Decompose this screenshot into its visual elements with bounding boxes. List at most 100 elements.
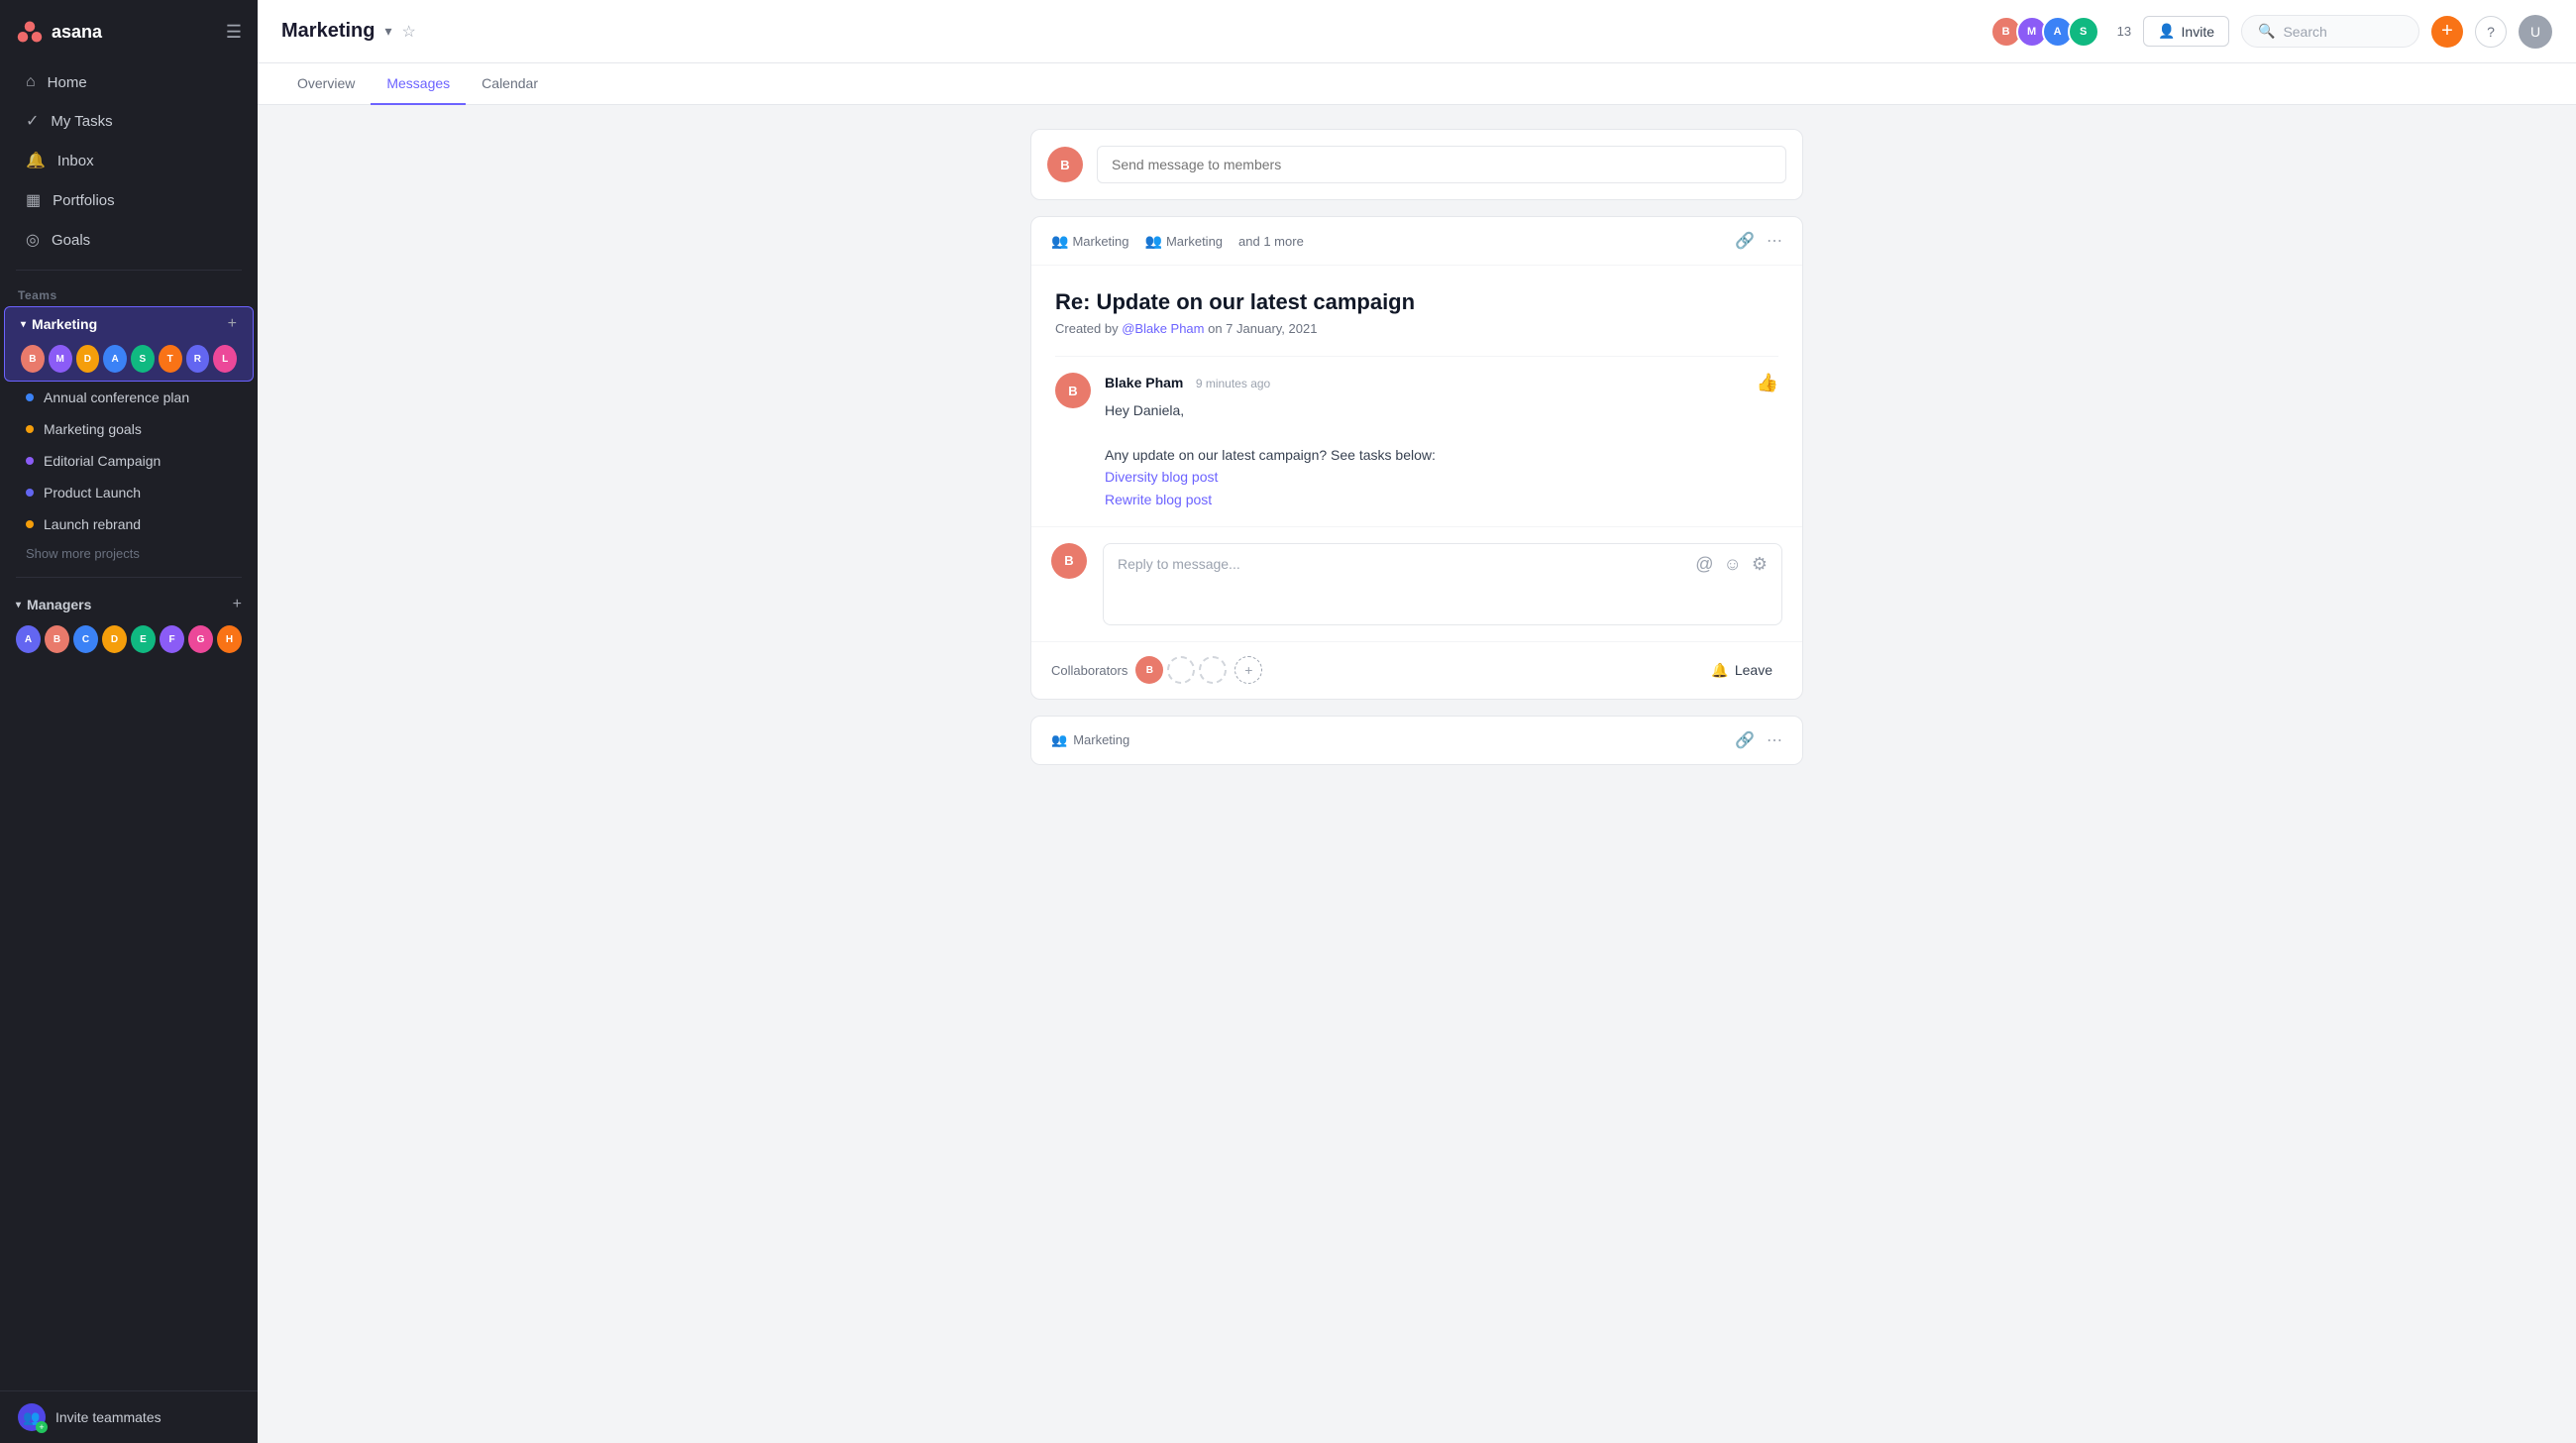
invite-button[interactable]: 👤 Invite: [2143, 16, 2229, 47]
home-icon: ⌂: [26, 73, 36, 91]
collaborators-row: Collaborators B + 🔔 Leave: [1031, 641, 1802, 699]
created-date: on 7 January, 2021: [1208, 321, 1317, 336]
sidebar-header: asana ☰: [0, 0, 258, 63]
avatar: D: [102, 625, 127, 653]
asana-logo-text: asana: [52, 22, 102, 43]
search-bar[interactable]: 🔍 Search: [2241, 15, 2419, 48]
at-mention-icon[interactable]: @: [1695, 554, 1713, 575]
user-avatar[interactable]: U: [2519, 15, 2552, 49]
second-message-card: 👥 Marketing 🔗 ⋯: [1030, 716, 1803, 765]
reply-icons: @ ☺ ⚙: [1695, 554, 1768, 575]
avatar: S: [131, 345, 155, 373]
member-avatars: B M A S: [1990, 16, 2099, 48]
second-card-group-label: Marketing: [1073, 732, 1129, 747]
invite-teammates-button[interactable]: 👥 Invite teammates: [0, 1390, 258, 1443]
team-marketing: ▾ Marketing + B M D A S T R L: [4, 306, 254, 382]
tab-calendar[interactable]: Calendar: [466, 63, 554, 105]
project-annual-conf-label: Annual conference plan: [44, 389, 189, 405]
nav-portfolios[interactable]: ▦ Portfolios: [8, 181, 250, 219]
message-thread-card: 👥 Marketing 👥 Marketing and 1 more 🔗 ⋯ R…: [1030, 216, 1803, 700]
message-header-groups: 👥 Marketing 👥 Marketing and 1 more: [1051, 233, 1304, 250]
avatar: A: [16, 625, 41, 653]
message-timestamp: 9 minutes ago: [1196, 377, 1270, 390]
nav-my-tasks[interactable]: ✓ My Tasks: [8, 102, 250, 140]
invite-button-label: Invite: [2182, 24, 2214, 40]
compose-input[interactable]: [1097, 146, 1786, 183]
header-group-1: 👥 Marketing: [1051, 233, 1129, 250]
tab-messages[interactable]: Messages: [371, 63, 466, 105]
nav-goals[interactable]: ◎ Goals: [8, 221, 250, 259]
link-icon[interactable]: 🔗: [1735, 231, 1755, 251]
team-marketing-header[interactable]: ▾ Marketing +: [9, 307, 249, 341]
title-dropdown-icon[interactable]: ▾: [384, 23, 391, 40]
favorite-star-icon[interactable]: ☆: [402, 22, 416, 42]
second-more-icon[interactable]: ⋯: [1767, 730, 1782, 750]
main-content: Marketing ▾ ☆ B M A S 13 👤 Invite 🔍 Sear…: [258, 0, 2576, 1443]
message-author-avatar: B: [1055, 373, 1091, 408]
leave-label: Leave: [1735, 662, 1772, 678]
reply-input-body[interactable]: [1104, 575, 1781, 624]
show-more-projects[interactable]: Show more projects: [8, 540, 250, 567]
message-item-header: Blake Pham 9 minutes ago 👍: [1105, 373, 1778, 393]
team-managers-header[interactable]: ▾ Managers +: [4, 588, 254, 621]
reply-placeholder[interactable]: Reply to message...: [1118, 556, 1695, 572]
second-link-icon[interactable]: 🔗: [1735, 730, 1755, 750]
header-group-2: 👥 Marketing: [1145, 233, 1224, 250]
add-collaborator-button[interactable]: +: [1234, 656, 1262, 684]
avatar: R: [186, 345, 210, 373]
search-placeholder: Search: [2283, 24, 2326, 40]
nav-inbox[interactable]: 🔔 Inbox: [8, 142, 250, 179]
add-manager-project-icon[interactable]: +: [233, 596, 242, 613]
avatar: L: [213, 345, 237, 373]
collaborator-avatar-3: [1199, 656, 1227, 684]
settings-icon[interactable]: ⚙: [1752, 554, 1768, 575]
task-link-rewrite[interactable]: Rewrite blog post: [1105, 489, 1778, 510]
tab-overview[interactable]: Overview: [281, 63, 371, 105]
message-item: B Blake Pham 9 minutes ago 👍 Hey Daniela…: [1055, 356, 1778, 526]
messages-content: B 👥 Marketing 👥 Marketing and 1 more: [258, 105, 2576, 1443]
author-mention[interactable]: @Blake Pham: [1119, 321, 1209, 336]
help-button[interactable]: ?: [2475, 16, 2507, 48]
topbar: Marketing ▾ ☆ B M A S 13 👤 Invite 🔍 Sear…: [258, 0, 2576, 63]
message-content: Blake Pham 9 minutes ago 👍 Hey Daniela, …: [1105, 373, 1778, 510]
add-button[interactable]: +: [2431, 16, 2463, 48]
nav-home[interactable]: ⌂ Home: [8, 64, 250, 100]
nav-goals-label: Goals: [52, 232, 90, 249]
project-launch-rebrand[interactable]: Launch rebrand: [8, 509, 250, 539]
project-product-launch[interactable]: Product Launch: [8, 478, 250, 507]
project-mktg-goals[interactable]: Marketing goals: [8, 414, 250, 444]
avatar: E: [131, 625, 156, 653]
reply-input-wrapper: Reply to message... @ ☺ ⚙: [1103, 543, 1782, 625]
more-options-icon[interactable]: ⋯: [1767, 231, 1782, 251]
header-group-2-label: Marketing: [1166, 234, 1223, 249]
topbar-left: Marketing ▾ ☆: [281, 20, 416, 43]
project-editorial[interactable]: Editorial Campaign: [8, 446, 250, 476]
bell-icon: 🔔: [1711, 662, 1728, 679]
page-title: Marketing: [281, 20, 375, 43]
chevron-right-icon: ▾: [16, 600, 21, 610]
project-annual-conf[interactable]: Annual conference plan: [8, 383, 250, 412]
message-card-header-right: 🔗 ⋯: [1735, 231, 1782, 251]
project-dot: [26, 520, 34, 528]
message-meta: Created by @Blake Pham on 7 January, 202…: [1055, 321, 1778, 336]
header-group-1-label: Marketing: [1072, 234, 1128, 249]
like-icon[interactable]: 👍: [1757, 373, 1778, 393]
avatar: H: [217, 625, 242, 653]
project-product-launch-label: Product Launch: [44, 485, 141, 500]
collaborator-avatars: B: [1135, 656, 1227, 684]
project-launch-rebrand-label: Launch rebrand: [44, 516, 141, 532]
emoji-icon[interactable]: ☺: [1723, 554, 1741, 575]
avatar: C: [73, 625, 98, 653]
second-card-left: 👥 Marketing: [1051, 732, 1129, 748]
chevron-down-icon: ▾: [21, 319, 26, 330]
avatar: F: [160, 625, 184, 653]
project-dot: [26, 489, 34, 497]
leave-button[interactable]: 🔔 Leave: [1701, 656, 1782, 685]
message-greeting: Hey Daniela,: [1105, 402, 1184, 418]
reply-avatar: B: [1051, 543, 1087, 579]
add-project-icon[interactable]: +: [228, 315, 237, 333]
project-mktg-goals-label: Marketing goals: [44, 421, 142, 437]
sidebar-toggle-icon[interactable]: ☰: [226, 22, 242, 43]
invite-icon: 👤: [2158, 23, 2175, 40]
task-link-diversity[interactable]: Diversity blog post: [1105, 466, 1778, 488]
